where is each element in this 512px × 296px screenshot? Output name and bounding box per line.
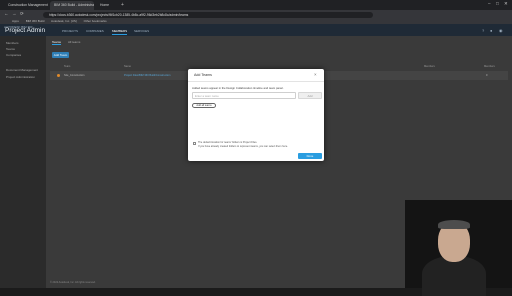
team-name-cell: Site_Construction bbox=[64, 74, 85, 77]
user-icon[interactable]: ◉ bbox=[499, 28, 503, 33]
notifications-icon[interactable]: ● bbox=[490, 28, 492, 33]
add-all-teams-button[interactable]: Add all teams bbox=[192, 103, 216, 108]
column-header-members[interactable]: Members bbox=[424, 65, 435, 68]
page-title: Project Admin bbox=[5, 27, 46, 34]
sidebar-item-members[interactable]: Members bbox=[6, 41, 19, 45]
sidebar-item-teams[interactable]: Teams bbox=[6, 47, 15, 51]
add-button[interactable]: Add bbox=[298, 92, 322, 99]
team-status-icon bbox=[57, 74, 60, 77]
close-icon[interactable]: × bbox=[314, 72, 317, 77]
dialog-note: The default location for teams' folders … bbox=[198, 141, 258, 144]
back-icon[interactable]: ← bbox=[4, 11, 9, 16]
presenter-hair bbox=[438, 220, 470, 229]
bookmark-apps[interactable]: Apps bbox=[12, 19, 19, 23]
browser-tab[interactable]: Home bbox=[96, 1, 118, 10]
team-name-input[interactable]: Enter a team name bbox=[192, 92, 296, 99]
dialog-divider bbox=[188, 81, 324, 82]
sidebar-item-project-administration[interactable]: Project Administration bbox=[6, 75, 35, 79]
team-member-count: 0 bbox=[486, 74, 488, 77]
maximize-icon[interactable]: □ bbox=[496, 1, 499, 6]
column-header-members-count[interactable]: Members bbox=[484, 65, 495, 68]
nav-services[interactable]: SERVICES bbox=[134, 29, 149, 33]
sidebar-item-companies[interactable]: Companies bbox=[6, 53, 21, 57]
column-header-team[interactable]: Team bbox=[64, 65, 70, 68]
forward-icon[interactable]: → bbox=[12, 11, 17, 16]
done-button[interactable]: Done bbox=[298, 153, 322, 159]
dialog-note-secondary: If you have already created folders to r… bbox=[198, 145, 288, 148]
sidebar bbox=[0, 36, 46, 288]
browser-tab-active[interactable]: BIM 360 Build - Administration bbox=[50, 1, 94, 10]
add-team-button[interactable]: Add Team bbox=[52, 52, 69, 58]
nav-companies[interactable]: COMPANIES bbox=[86, 29, 104, 33]
browser-tab[interactable]: Construction Management Cen bbox=[4, 1, 48, 10]
folder-checkbox[interactable] bbox=[193, 142, 196, 145]
sidebar-item-document-management[interactable]: Document Management bbox=[6, 68, 38, 72]
bookmark-other[interactable]: Other bookmarks bbox=[84, 19, 107, 23]
column-header-name[interactable]: Name bbox=[124, 65, 131, 68]
team-folder-link[interactable]: Project Files/BIM 360 Build/Construction bbox=[124, 74, 170, 77]
tab-all-teams[interactable]: All teams bbox=[68, 40, 80, 44]
minimize-icon[interactable]: – bbox=[488, 1, 491, 6]
bookmark-bim360[interactable]: BIM 360 Build bbox=[26, 19, 45, 23]
dialog-description: Added teams appear in the Design Collabo… bbox=[192, 86, 284, 90]
close-window-icon[interactable]: ✕ bbox=[504, 1, 508, 7]
presenter-body bbox=[422, 256, 486, 296]
tab-teams[interactable]: Teams bbox=[52, 40, 61, 45]
nav-projects[interactable]: PROJECTS bbox=[62, 29, 78, 33]
bookmark-autodesk[interactable]: Autodesk, Inc. [US] bbox=[51, 19, 77, 23]
reload-icon[interactable]: ⟳ bbox=[20, 11, 24, 17]
new-tab-button[interactable]: + bbox=[121, 2, 124, 8]
address-bar[interactable]: https://docs.b360.autodesk.com/projects/… bbox=[43, 11, 373, 18]
help-icon[interactable]: ? bbox=[482, 28, 484, 33]
nav-members[interactable]: MEMBERS bbox=[112, 29, 128, 35]
dialog-title: Add Teams bbox=[194, 73, 212, 77]
footer-copyright: © 2022 Autodesk, Inc. All rights reserve… bbox=[50, 281, 96, 284]
